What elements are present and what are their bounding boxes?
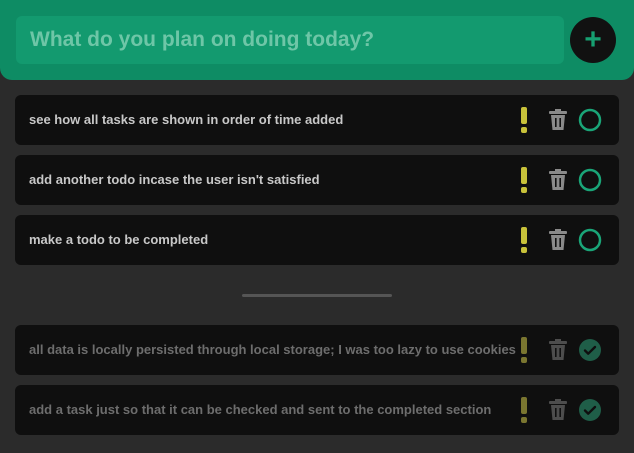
trash-icon[interactable] [545,155,571,205]
priority-icon[interactable] [517,385,531,435]
trash-icon[interactable] [545,215,571,265]
check-circle-icon[interactable] [577,155,603,205]
completed-task-item: all data is locally persisted through lo… [15,325,619,375]
check-circle-filled-icon[interactable] [577,385,603,435]
plus-icon: + [584,23,602,56]
task-input[interactable] [16,16,564,64]
priority-icon[interactable] [517,95,531,145]
task-text: add another todo incase the user isn't s… [29,172,320,187]
completed-task-item: add a task just so that it can be checke… [15,385,619,435]
check-circle-filled-icon[interactable] [577,325,603,375]
check-circle-icon[interactable] [577,215,603,265]
trash-icon[interactable] [545,95,571,145]
task-input-container [16,16,564,64]
completed-task-list: all data is locally persisted through lo… [15,325,619,445]
task-item: make a todo to be completed [15,215,619,265]
task-text: see how all tasks are shown in order of … [29,112,344,127]
priority-icon[interactable] [517,155,531,205]
active-task-list: see how all tasks are shown in order of … [15,95,619,275]
check-circle-icon[interactable] [577,95,603,145]
task-text: all data is locally persisted through lo… [29,342,516,357]
task-text: make a todo to be completed [29,232,209,247]
trash-icon[interactable] [545,385,571,435]
priority-icon[interactable] [517,325,531,375]
trash-icon[interactable] [545,325,571,375]
section-divider [242,294,392,297]
app-header: + [0,0,634,80]
task-item: add another todo incase the user isn't s… [15,155,619,205]
priority-icon[interactable] [517,215,531,265]
add-task-button[interactable]: + [570,17,616,63]
task-text: add a task just so that it can be checke… [29,402,492,417]
task-item: see how all tasks are shown in order of … [15,95,619,145]
